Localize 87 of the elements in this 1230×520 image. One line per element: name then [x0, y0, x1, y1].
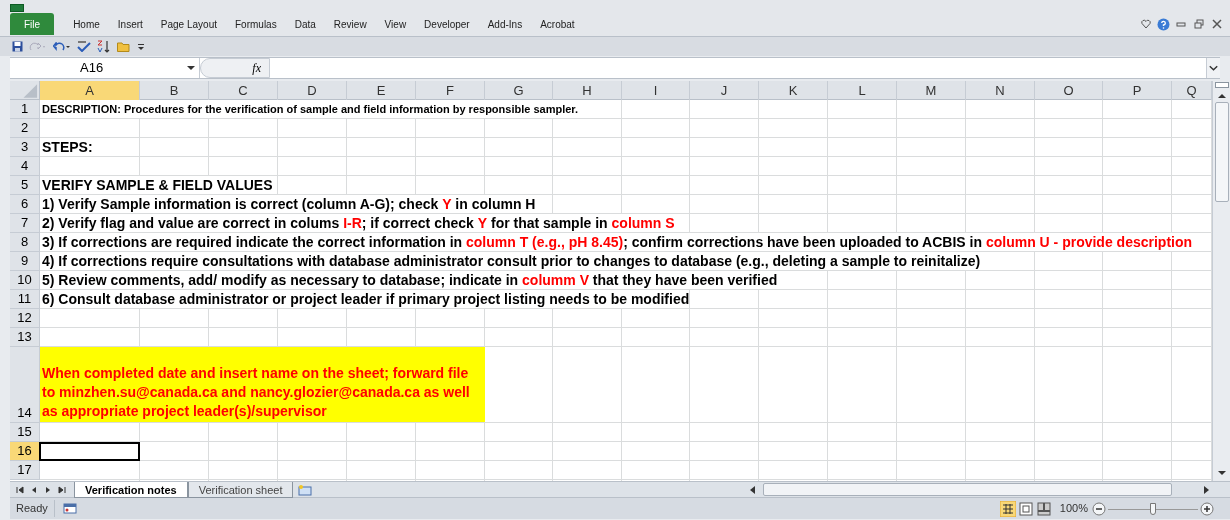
split-handle[interactable]: [1214, 82, 1229, 88]
scroll-thumb[interactable]: [1214, 102, 1229, 202]
note-text: When completed date and insert name on the sheet; forward file to minzhen.su@canada.ca and nancy.glozier@canada.ca as well as appropriate project leader(s)/supervisor: [42, 364, 471, 421]
undo-icon[interactable]: [53, 41, 71, 52]
column-header[interactable]: L: [828, 81, 897, 100]
row-header[interactable]: 9: [10, 252, 40, 271]
redo-icon: [29, 41, 47, 52]
sheet-tab[interactable]: Verification sheet: [187, 481, 294, 498]
zoom-in-icon[interactable]: [1200, 501, 1214, 516]
ribbon-tab[interactable]: Page Layout: [151, 13, 226, 35]
cell-text: VERIFY SAMPLE & FIELD VALUES: [40, 176, 273, 194]
expand-formula-icon[interactable]: [1206, 58, 1220, 78]
row-header[interactable]: 2: [10, 119, 40, 138]
page-layout-icon[interactable]: [1017, 500, 1034, 517]
column-header[interactable]: P: [1103, 81, 1172, 100]
macro-record-icon[interactable]: [62, 503, 77, 514]
status-text: Ready: [10, 500, 55, 517]
file-tab[interactable]: File: [10, 13, 55, 35]
zoom-slider[interactable]: [1108, 502, 1198, 515]
app-icon: [10, 4, 24, 12]
spelling-check-icon[interactable]: [77, 41, 91, 52]
ribbon-tab[interactable]: Add-Ins: [478, 13, 532, 35]
sheet-tab[interactable]: Verification notes: [74, 481, 188, 498]
ribbon-tab[interactable]: Home: [64, 13, 109, 35]
column-header[interactable]: N: [966, 81, 1035, 100]
cell-text: DESCRIPTION: Procedures for the verification of sample and field information by responsible sampler.: [40, 100, 579, 118]
help-icon[interactable]: [1157, 17, 1170, 31]
ribbon-tab[interactable]: View: [375, 13, 416, 35]
zoom-out-icon[interactable]: [1092, 501, 1106, 516]
dropdown-icon[interactable]: [187, 65, 195, 71]
column-header[interactable]: M: [897, 81, 966, 100]
row-header[interactable]: 1: [10, 100, 40, 119]
row-header[interactable]: 4: [10, 157, 40, 176]
scroll-left-icon[interactable]: [749, 485, 758, 494]
row-header[interactable]: 13: [10, 328, 40, 347]
column-header[interactable]: J: [690, 81, 759, 100]
row-header[interactable]: 14: [10, 347, 40, 423]
ribbon-tab[interactable]: Acrobat: [531, 13, 584, 35]
scroll-up-icon[interactable]: [1216, 92, 1227, 100]
column-header[interactable]: I: [622, 81, 690, 100]
row-header[interactable]: 8: [10, 233, 40, 252]
zoom-level: 100%: [1059, 501, 1088, 517]
row-header[interactable]: 7: [10, 214, 40, 233]
cell-text: 2) Verify flag and value are correct in colums I-R; if correct check Y for that sample in column S: [40, 214, 675, 232]
heart-icon[interactable]: [1141, 19, 1151, 29]
normal-view-icon[interactable]: [999, 500, 1016, 517]
vertical-scrollbar[interactable]: [1212, 81, 1230, 481]
first-sheet-icon[interactable]: [16, 485, 24, 494]
row-header[interactable]: 12: [10, 309, 40, 328]
column-header[interactable]: K: [759, 81, 828, 100]
page-break-icon[interactable]: [1035, 500, 1052, 517]
function-label[interactable]: fx: [252, 59, 261, 77]
row-header[interactable]: 17: [10, 461, 40, 480]
selected-cell[interactable]: [39, 442, 140, 461]
scroll-down-icon[interactable]: [1216, 469, 1227, 477]
minimize-icon[interactable]: [1176, 19, 1186, 29]
close-icon[interactable]: [1212, 19, 1222, 29]
row-header[interactable]: 3: [10, 138, 40, 157]
row-header[interactable]: 5: [10, 176, 40, 195]
customize-icon[interactable]: [137, 42, 145, 51]
next-sheet-icon[interactable]: [44, 485, 52, 494]
last-sheet-icon[interactable]: [58, 485, 66, 494]
row-header[interactable]: 16: [10, 442, 40, 461]
column-header[interactable]: O: [1035, 81, 1103, 100]
slider-thumb[interactable]: [1150, 502, 1156, 515]
row-header[interactable]: 10: [10, 271, 40, 290]
row-header[interactable]: 11: [10, 290, 40, 309]
cell-text: 6) Consult database administrator or project leader if primary project listing needs to be modified: [40, 290, 690, 308]
save-icon[interactable]: [12, 41, 23, 52]
ribbon-tab[interactable]: Insert: [108, 13, 152, 35]
ribbon-tab[interactable]: Review: [324, 13, 376, 35]
restore-icon[interactable]: [1194, 19, 1204, 29]
cell-text: 4) If corrections require consultations with database administrator consult prior to changes to database (e.g., deleting a sample to reinitalize): [40, 252, 981, 270]
column-header[interactable]: A: [40, 81, 140, 100]
row-header[interactable]: 15: [10, 423, 40, 442]
previous-sheet-icon[interactable]: [30, 485, 38, 494]
sort-icon[interactable]: [97, 40, 111, 53]
ribbon-tab[interactable]: Developer: [415, 13, 479, 35]
ribbon-tab[interactable]: Data: [285, 13, 325, 35]
cell-text: 5) Review comments, add/ modify as necessary to database; indicate in columm V that they have been verified: [40, 271, 778, 289]
cell-text: 3) If corrections are required indicate the correct information in column T (e.g., pH 8.45); confirm corrections have been uploaded to ACBIS in column U - provide description: [40, 233, 1193, 251]
scroll-right-icon[interactable]: [1202, 485, 1210, 494]
name-box[interactable]: A16: [10, 58, 200, 78]
scroll-thumb[interactable]: [763, 483, 1172, 496]
cell-text: 1) Verify Sample information is correct (column A-G); check Y in column H: [40, 195, 536, 213]
row-header[interactable]: 6: [10, 195, 40, 214]
ribbon-tab[interactable]: Formulas: [226, 13, 286, 35]
